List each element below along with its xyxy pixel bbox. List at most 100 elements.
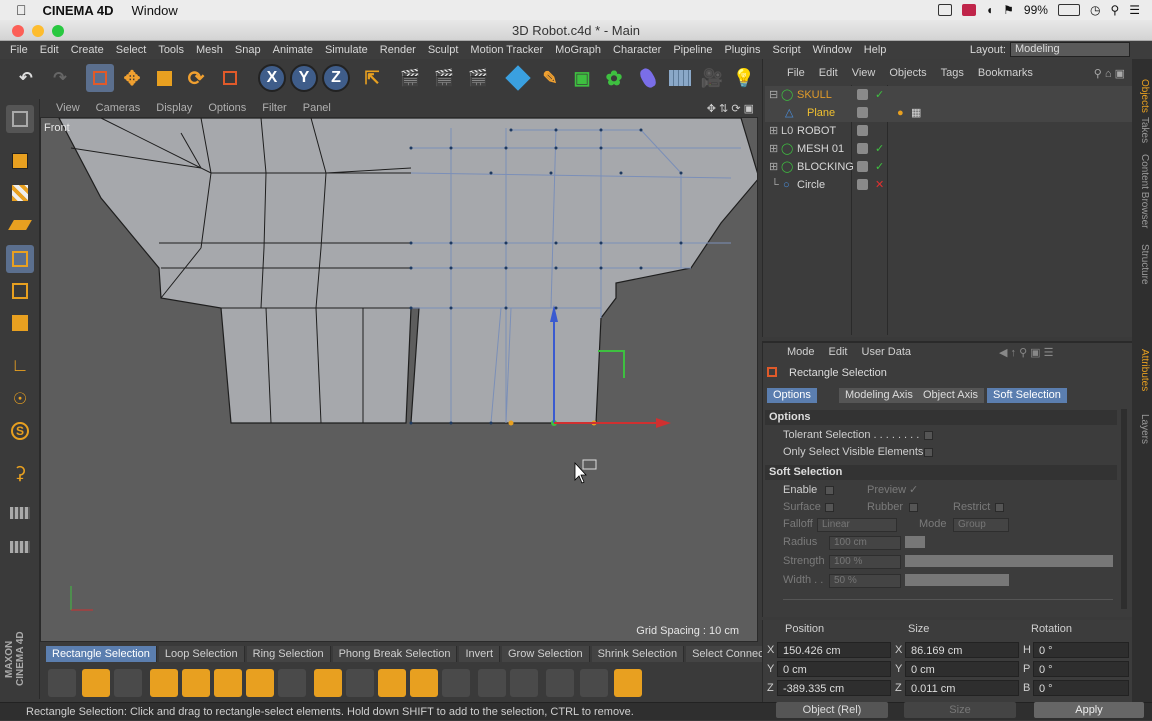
pen-spline-icon[interactable]: ✎ xyxy=(536,64,564,92)
make-editable-icon[interactable] xyxy=(6,105,34,133)
rotation-p-field[interactable]: 0 ° xyxy=(1033,661,1129,677)
tweak-mode-icon[interactable]: ☉ xyxy=(6,385,34,413)
light-icon[interactable]: 💡 xyxy=(730,64,758,92)
menu-mograph[interactable]: MoGraph xyxy=(555,44,601,56)
restrict-checkbox[interactable] xyxy=(995,503,1004,512)
mograph-cloner-icon[interactable]: ✿ xyxy=(600,64,628,92)
layout-dropdown[interactable]: Modeling xyxy=(1010,42,1130,57)
live-selection-icon[interactable] xyxy=(86,64,114,92)
edges-mode-icon[interactable] xyxy=(6,277,34,305)
bridge-icon[interactable] xyxy=(346,669,374,697)
viewport-navigation-icons[interactable]: ✥ ⇅ ⟳ ▣ xyxy=(707,102,754,115)
tab-modeling-axis[interactable]: Modeling Axis xyxy=(839,388,919,403)
brush-icon[interactable] xyxy=(150,669,178,697)
expand-icon[interactable]: ⊞ xyxy=(769,140,778,158)
menu-select[interactable]: Select xyxy=(116,44,147,56)
object-name[interactable]: MESH 01 xyxy=(797,140,844,158)
tab-structure[interactable]: Structure xyxy=(1134,244,1150,285)
notification-center-icon[interactable]: ☰ xyxy=(1129,3,1140,17)
slide-icon[interactable] xyxy=(442,669,470,697)
time-machine-icon[interactable]: ◷ xyxy=(1090,3,1100,17)
om-menu-view[interactable]: View xyxy=(852,67,876,79)
menu-help[interactable]: Help xyxy=(864,44,887,56)
undo-icon[interactable]: ↶ xyxy=(12,64,40,92)
workplane-snap-icon[interactable] xyxy=(6,533,34,561)
object-name[interactable]: BLOCKING xyxy=(797,158,854,176)
viewport-menu-options[interactable]: Options xyxy=(208,102,246,114)
search-icon[interactable]: ⚲ xyxy=(1110,3,1119,17)
magnet-tool-icon[interactable] xyxy=(182,669,210,697)
om-menu-bookmarks[interactable]: Bookmarks xyxy=(978,67,1033,79)
apple-menu-icon[interactable]:  xyxy=(16,2,27,18)
weld-icon[interactable] xyxy=(410,669,438,697)
polygon-pen-icon[interactable] xyxy=(314,669,342,697)
recent-tools-icon[interactable] xyxy=(216,64,244,92)
object-row[interactable]: ⊞ ◯ MESH 01 ✓ xyxy=(765,140,1133,158)
plane-cut-icon[interactable] xyxy=(114,669,142,697)
redo-icon[interactable]: ↷ xyxy=(46,64,74,92)
object-name[interactable]: SKULL xyxy=(797,86,832,104)
menu-mesh[interactable]: Mesh xyxy=(196,44,223,56)
visibility-toggle-icon[interactable] xyxy=(857,89,868,100)
visibility-toggle-icon[interactable] xyxy=(857,161,868,172)
viewport-menu-filter[interactable]: Filter xyxy=(262,102,286,114)
visibility-toggle-icon[interactable] xyxy=(857,107,868,118)
ring-selection-button[interactable]: Ring Selection xyxy=(246,646,331,662)
coordinate-mode-dropdown[interactable]: Object (Rel) xyxy=(776,702,888,718)
visibility-toggle-icon[interactable] xyxy=(857,125,868,136)
attr-menu-user-data[interactable]: User Data xyxy=(862,346,912,358)
3d-viewport[interactable]: Front Grid Spacing : 10 cm xyxy=(40,117,758,642)
options-section-header[interactable]: Options xyxy=(765,410,1117,425)
size-z-field[interactable]: 0.011 cm xyxy=(905,680,1019,696)
menu-character[interactable]: Character xyxy=(613,44,661,56)
zoom-window-button[interactable] xyxy=(52,25,64,37)
extrude-icon[interactable] xyxy=(214,669,242,697)
cube-primitive-icon[interactable] xyxy=(504,64,532,92)
rotation-h-field[interactable]: 0 ° xyxy=(1033,642,1129,658)
width-field[interactable]: 50 % xyxy=(829,574,901,588)
om-menu-file[interactable]: File xyxy=(787,67,805,79)
position-x-field[interactable]: 150.426 cm xyxy=(777,642,891,658)
extrude-inner-icon[interactable] xyxy=(246,669,274,697)
viewport-menu-view[interactable]: View xyxy=(56,102,80,114)
expand-icon[interactable]: ⊟ xyxy=(769,86,778,104)
generator-icon[interactable]: ▣ xyxy=(568,64,596,92)
object-row[interactable]: ⊞ ◯ BLOCKING ✓ xyxy=(765,158,1133,176)
app-status-icon[interactable] xyxy=(961,4,976,16)
checker-material-tag-icon[interactable]: ▦ xyxy=(911,104,921,122)
menu-edit[interactable]: Edit xyxy=(40,44,59,56)
attr-menu-mode[interactable]: Mode xyxy=(787,346,815,358)
surface-checkbox[interactable] xyxy=(825,503,834,512)
tab-options[interactable]: Options xyxy=(767,388,817,403)
close-window-button[interactable] xyxy=(12,25,24,37)
tab-content-browser[interactable]: Content Browser xyxy=(1134,154,1150,228)
grow-selection-button[interactable]: Grow Selection xyxy=(502,646,590,662)
lock-z-axis-icon[interactable]: Z xyxy=(322,64,350,92)
subdivide-icon[interactable] xyxy=(614,669,642,697)
width-slider[interactable] xyxy=(905,574,1009,586)
loop-selection-button[interactable]: Loop Selection xyxy=(158,646,245,662)
polygons-mode-icon[interactable] xyxy=(6,309,34,337)
enabled-check-icon[interactable]: ✓ xyxy=(875,158,884,176)
bevel-icon[interactable] xyxy=(278,669,306,697)
viewport-menu-panel[interactable]: Panel xyxy=(303,102,331,114)
scale-icon[interactable] xyxy=(150,64,178,92)
strength-slider[interactable] xyxy=(905,555,1113,567)
battery-icon[interactable] xyxy=(1057,4,1080,16)
tag-icon[interactable]: ● xyxy=(897,104,904,122)
knife-icon[interactable] xyxy=(82,669,110,697)
object-row[interactable]: ⊟ ◯ SKULL ✓ xyxy=(765,86,1133,104)
menu-create[interactable]: Create xyxy=(71,44,104,56)
tab-layers[interactable]: Layers xyxy=(1134,414,1150,444)
invert-button[interactable]: Invert xyxy=(459,646,500,662)
tab-objects[interactable]: Objects xyxy=(1134,79,1150,113)
enabled-check-icon[interactable]: ✓ xyxy=(875,140,884,158)
phong-break-selection-button[interactable]: Phong Break Selection xyxy=(332,646,458,662)
viewport-menu-cameras[interactable]: Cameras xyxy=(96,102,141,114)
menu-animate[interactable]: Animate xyxy=(273,44,313,56)
deformer-icon[interactable] xyxy=(634,64,662,92)
mode-dropdown[interactable]: Group xyxy=(953,518,1009,532)
render-view-icon[interactable]: 🎬 xyxy=(396,64,424,92)
visible-only-checkbox[interactable] xyxy=(924,448,933,457)
tab-attributes[interactable]: Attributes xyxy=(1134,349,1150,391)
